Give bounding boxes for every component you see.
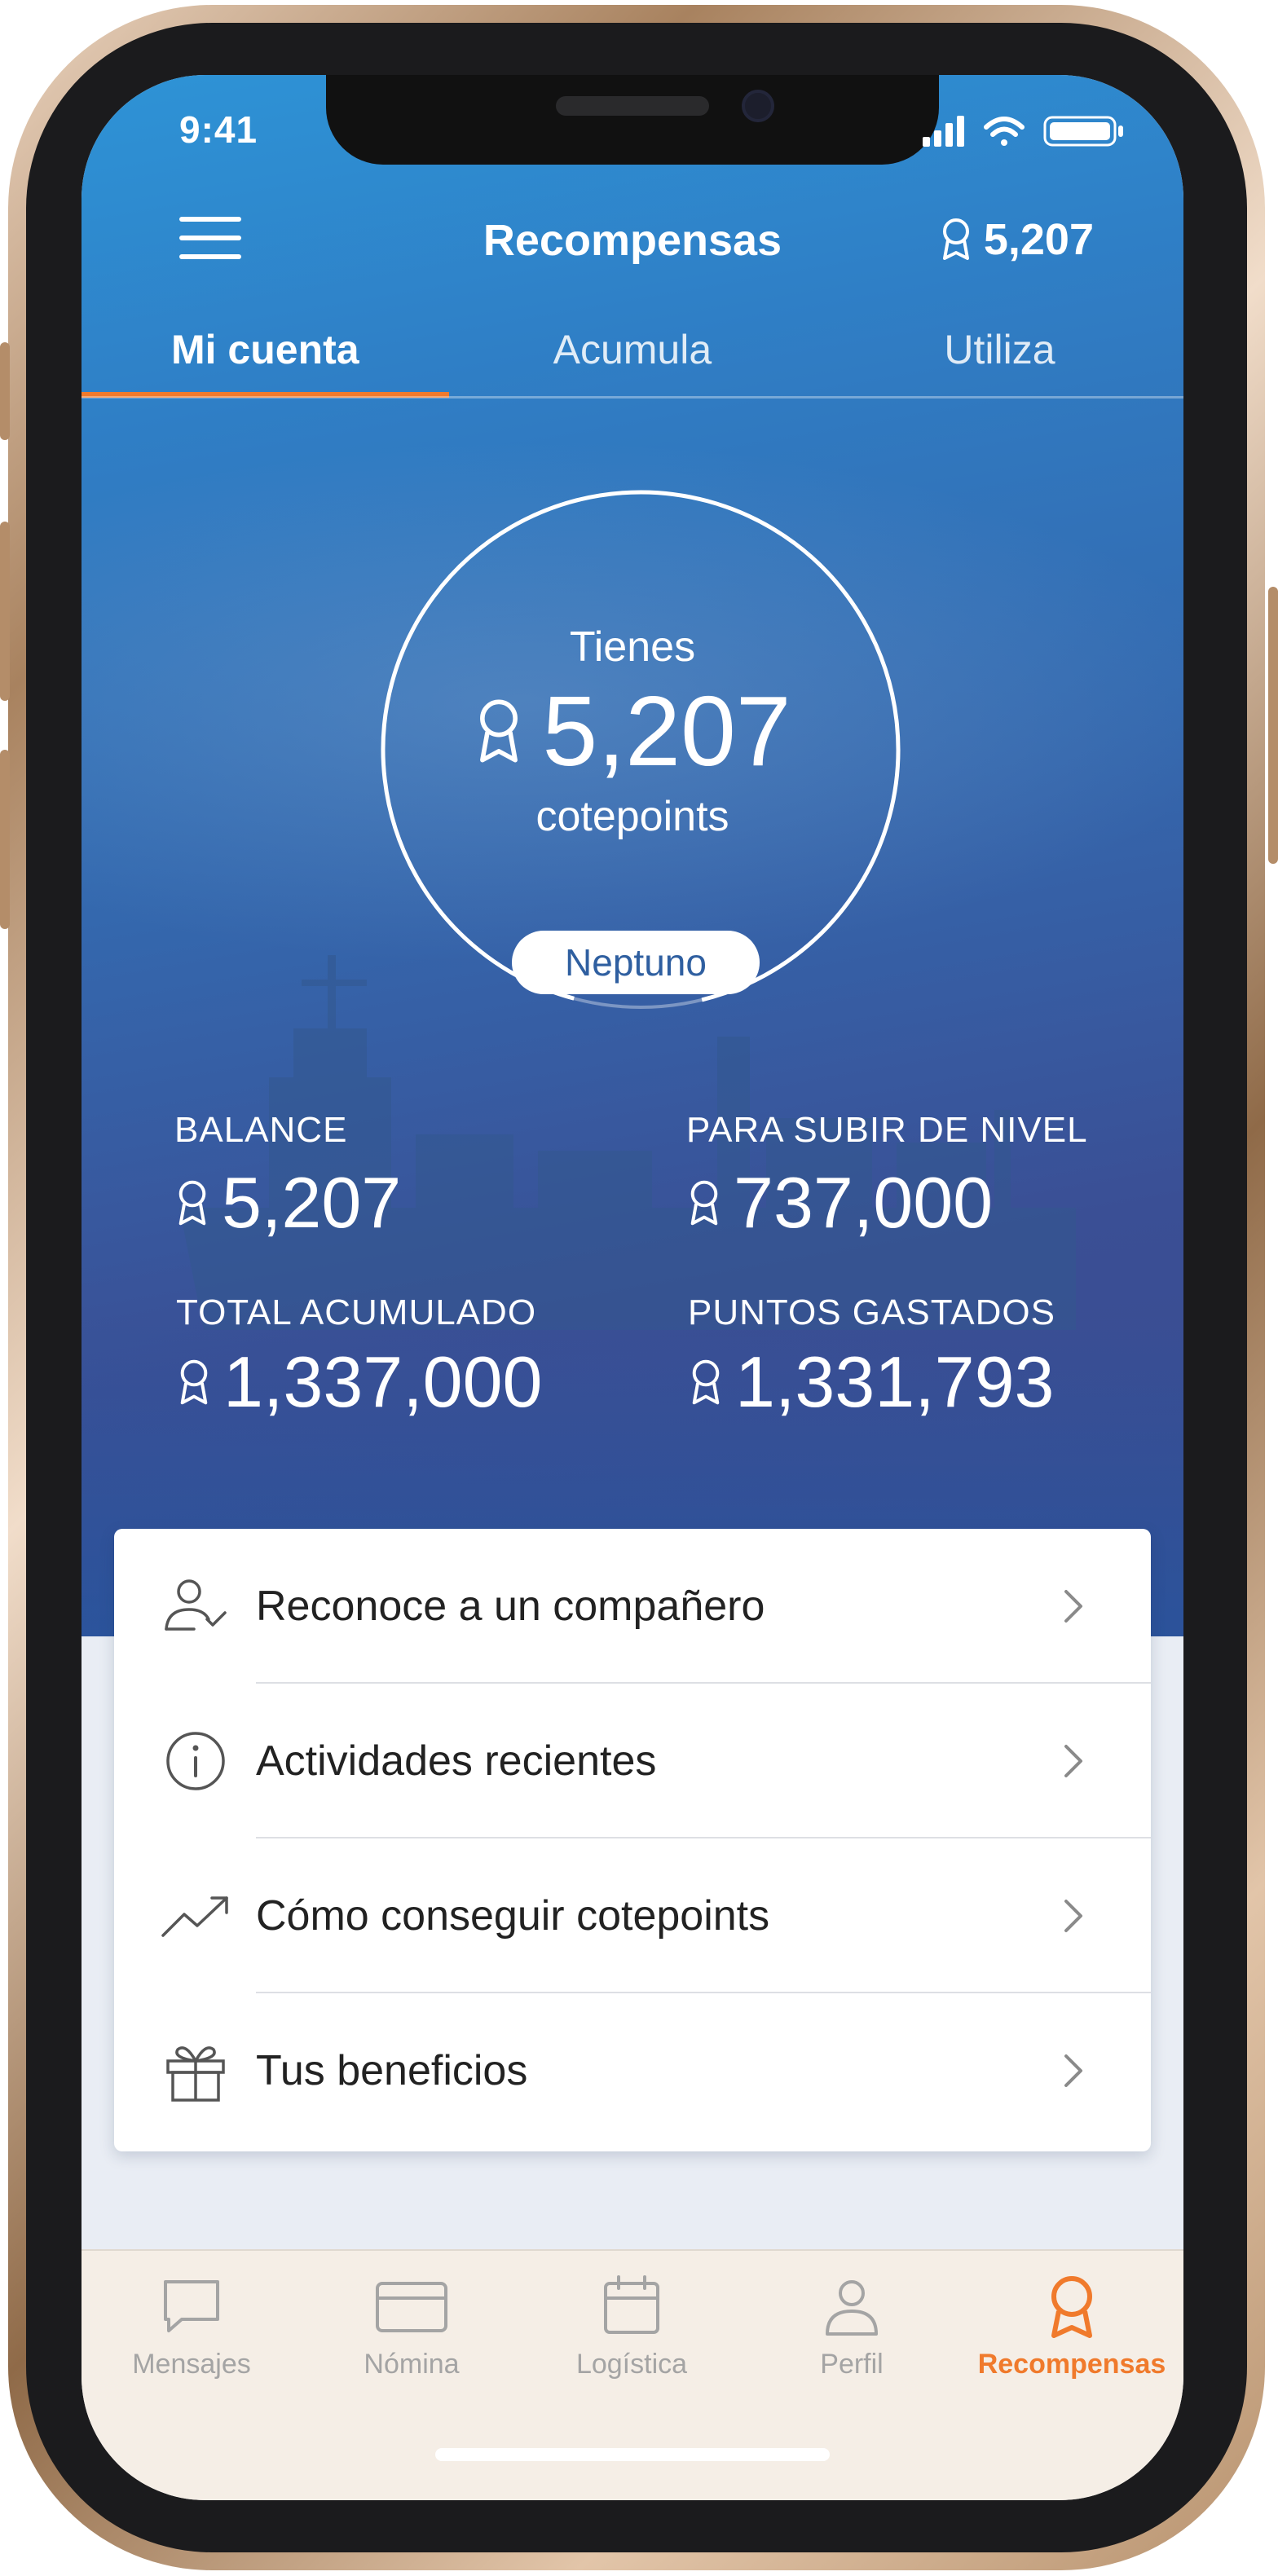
tab-bar-divider — [82, 396, 1183, 399]
menu-item-como-conseguir[interactable]: Cómo conseguir cotepoints — [114, 1838, 1151, 1993]
page-title: Recompensas — [483, 216, 782, 265]
trending-up-icon — [161, 1896, 228, 1937]
nav-label: Nómina — [364, 2349, 460, 2380]
menu-item-label: Tus beneficios — [256, 2047, 528, 2094]
nav-label: Recompensas — [977, 2349, 1166, 2380]
cellular-signal-icon — [923, 116, 964, 147]
chevron-right-icon — [1064, 1590, 1082, 1623]
stat-next-level-label: PARA SUBIR DE NIVEL — [686, 1110, 1088, 1150]
header-points-value: 5,207 — [983, 215, 1094, 264]
speaker-grille — [556, 96, 709, 116]
home-indicator[interactable] — [435, 2448, 830, 2461]
award-icon — [692, 1359, 720, 1405]
nav-label: Mensajes — [132, 2349, 251, 2380]
menu-item-label: Actividades recientes — [256, 1737, 657, 1785]
tab-bar: Mi cuenta Acumula Utiliza — [82, 319, 1183, 401]
nav-label: Perfil — [820, 2349, 884, 2380]
stat-spent-value: 1,331,793 — [688, 1341, 1055, 1423]
award-icon — [180, 1359, 208, 1405]
stat-balance-value: 5,207 — [174, 1162, 401, 1244]
credit-card-icon — [376, 2282, 447, 2332]
phone-side-button — [0, 522, 10, 701]
stat-value-text: 1,337,000 — [223, 1341, 543, 1422]
menu-item-beneficios[interactable]: Tus beneficios — [114, 1993, 1151, 2148]
tab-mi-cuenta[interactable]: Mi cuenta — [82, 319, 449, 401]
nav-nomina[interactable]: Nómina — [302, 2274, 522, 2380]
front-camera — [742, 90, 774, 122]
tab-acumula[interactable]: Acumula — [449, 319, 817, 401]
chevron-right-icon — [1064, 2054, 1082, 2087]
device-notch — [326, 75, 939, 165]
nav-perfil[interactable]: Perfil — [742, 2274, 962, 2380]
gift-icon — [166, 2046, 225, 2102]
status-time: 9:41 — [179, 108, 258, 151]
points-total-value: 5,207 — [542, 676, 791, 786]
menu-item-label: Reconoce a un compañero — [256, 1583, 765, 1630]
stat-value-text: 737,000 — [734, 1162, 994, 1243]
hamburger-menu-icon[interactable] — [179, 215, 241, 261]
stat-balance-label: BALANCE — [174, 1110, 348, 1150]
chevron-right-icon — [1064, 1900, 1082, 1932]
info-icon — [166, 1732, 225, 1790]
wifi-icon — [984, 117, 1025, 146]
nav-label: Logística — [575, 2349, 688, 2380]
stat-next-level-value: 737,000 — [686, 1162, 993, 1244]
menu-item-actividades[interactable]: Actividades recientes — [114, 1684, 1151, 1838]
stat-value-text: 1,331,793 — [735, 1341, 1055, 1422]
status-icons — [923, 116, 1123, 147]
phone-side-button — [0, 342, 10, 440]
message-icon — [164, 2280, 219, 2332]
award-icon — [690, 1180, 718, 1226]
app-screen: 9:41 Recompensas 5,207 Mi cuenta Acumula… — [82, 75, 1183, 2500]
award-icon — [178, 1180, 206, 1226]
level-badge: Neptuno — [512, 931, 760, 994]
stat-spent-label: PUNTOS GASTADOS — [688, 1292, 1056, 1332]
menu-item-reconoce[interactable]: Reconoce a un compañero — [114, 1529, 1151, 1684]
bottom-navigation: Mensajes Nómina Logística Perfil Recompe… — [82, 2249, 1183, 2500]
tab-utiliza[interactable]: Utiliza — [816, 319, 1183, 401]
calendar-icon — [604, 2275, 659, 2334]
battery-icon — [1043, 116, 1123, 147]
chevron-right-icon — [1064, 1745, 1082, 1777]
points-unit: cotepoints — [535, 793, 729, 840]
nav-recompensas[interactable]: Recompensas — [962, 2274, 1182, 2380]
award-icon — [1051, 2276, 1092, 2338]
stat-value-text: 5,207 — [222, 1162, 402, 1243]
points-total: 5,207 — [388, 676, 877, 786]
award-icon — [942, 218, 969, 260]
menu-item-label: Cómo conseguir cotepoints — [256, 1892, 770, 1940]
nav-mensajes[interactable]: Mensajes — [82, 2274, 302, 2380]
user-check-icon — [165, 1579, 227, 1631]
user-icon — [826, 2280, 878, 2336]
points-prefix: Tienes — [569, 623, 696, 671]
phone-side-button — [0, 750, 10, 929]
header-points-badge[interactable]: 5,207 — [940, 214, 1094, 266]
phone-side-button — [1268, 587, 1278, 864]
menu-card: Reconoce a un compañero Actividades reci… — [114, 1529, 1151, 2151]
stat-total-label: TOTAL ACUMULADO — [176, 1292, 537, 1332]
stat-total-value: 1,337,000 — [176, 1341, 543, 1423]
award-icon — [480, 699, 518, 763]
nav-logistica[interactable]: Logística — [522, 2274, 742, 2380]
